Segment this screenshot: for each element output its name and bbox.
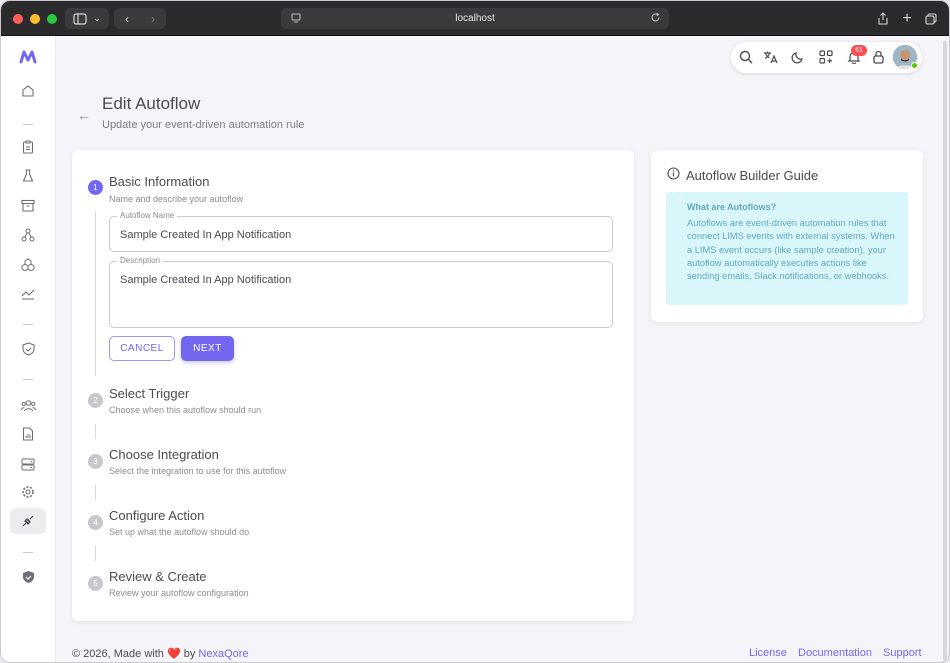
close-window-button[interactable] (13, 14, 23, 24)
clipboard-icon[interactable] (18, 137, 38, 157)
autoflow-name-field[interactable]: Autoflow Name Sample Created In App Noti… (109, 211, 613, 252)
translate-icon[interactable] (762, 49, 778, 65)
lock-icon[interactable] (870, 49, 886, 65)
guide-heading: What are Autoflows? (687, 202, 777, 212)
page-title: Edit Autoflow (102, 94, 201, 113)
license-link[interactable]: License (749, 647, 787, 659)
step-connector (95, 211, 96, 376)
sidebar-icon (73, 12, 87, 25)
archive-icon[interactable] (18, 195, 38, 215)
guide-body-text: Autoflows are event-driven automation ru… (687, 218, 895, 282)
brand-logo-icon[interactable] (18, 47, 38, 67)
step-5-title: Review & Create (109, 569, 207, 584)
by-text: by (183, 648, 196, 660)
info-circle-icon (667, 167, 680, 185)
browser-window: ⌄ ‹ › localhost + 61 ← Edit Autoflow Upd… (0, 0, 950, 663)
maximize-window-button[interactable] (47, 14, 57, 24)
new-tab-icon[interactable]: + (897, 8, 917, 29)
flask-icon[interactable] (18, 166, 38, 186)
description-field[interactable]: Description Sample Created In App Notifi… (109, 256, 613, 328)
share-icon[interactable] (873, 8, 893, 29)
description-label: Description (117, 256, 164, 265)
step-5-number: 5 (88, 576, 103, 591)
heart-icon: ❤️ (166, 648, 181, 660)
server-icon[interactable] (18, 454, 38, 474)
back-arrow-icon[interactable]: ‹ (125, 12, 129, 26)
step-2-number: 2 (88, 393, 103, 408)
step-3-title: Choose Integration (109, 447, 219, 462)
step-3-subtitle: Select the integration to use for this a… (109, 466, 287, 476)
copyright-text: © 2026, Made with (72, 648, 164, 660)
page-settings-icon (291, 13, 301, 23)
guide-title: Autoflow Builder Guide (686, 168, 819, 183)
step-4-title: Configure Action (109, 508, 205, 523)
url-text: localhost (455, 13, 495, 24)
trend-line-icon[interactable] (18, 284, 38, 304)
apps-grid-icon[interactable] (818, 49, 834, 65)
step-4-subtitle: Set up what the autoflow should do (109, 527, 250, 537)
step-1-number: 1 (88, 180, 103, 195)
gear-icon[interactable] (18, 482, 38, 502)
autoflow-name-value: Sample Created In App Notification (120, 229, 292, 241)
page-subtitle: Update your event-driven automation rule (102, 119, 305, 131)
brand-link[interactable]: NexaQore (198, 648, 248, 660)
tab-overview-icon[interactable] (921, 8, 941, 29)
back-arrow-icon[interactable]: ← (77, 107, 91, 123)
browser-titlebar: ⌄ ‹ › localhost + (1, 1, 949, 36)
footer-copyright: © 2026, Made with ❤️ by NexaQore (72, 647, 249, 660)
autoflow-name-label: Autoflow Name (117, 211, 178, 220)
chevron-down-icon: ⌄ (93, 13, 101, 23)
step-4-number: 4 (88, 515, 103, 530)
search-icon[interactable] (738, 49, 754, 65)
molecule-icon[interactable] (18, 225, 38, 245)
report-icon[interactable] (18, 424, 38, 444)
users-icon[interactable] (18, 395, 38, 415)
plug-icon[interactable] (18, 511, 38, 531)
sidebar-divider (23, 552, 33, 553)
step-5-subtitle: Review your autoflow configuration (109, 588, 249, 598)
step-connector (95, 485, 96, 500)
minimize-window-button[interactable] (30, 14, 40, 24)
moon-icon[interactable] (790, 49, 806, 65)
step-2-subtitle: Choose when this autoflow should run (109, 405, 262, 415)
step-3-number: 3 (88, 454, 103, 469)
support-link[interactable]: Support (883, 647, 922, 659)
sidebar-divider (23, 324, 33, 325)
step-1-title: Basic Information (109, 174, 210, 189)
sidebar-divider (23, 124, 33, 125)
online-status-dot (911, 62, 918, 69)
step-1-subtitle: Name and describe your autoflow (109, 194, 244, 204)
shield-filled-icon[interactable] (18, 567, 38, 587)
sidebar-divider (23, 379, 33, 380)
shield-check-icon[interactable] (18, 339, 38, 359)
page-scrollbar[interactable] (943, 41, 947, 661)
sidebar-toggle-button[interactable]: ⌄ (65, 8, 109, 29)
app-sidebar (1, 36, 56, 662)
description-value: Sample Created In App Notification (120, 274, 292, 286)
cancel-button[interactable]: CANCEL (109, 336, 175, 361)
info-dot-icon (678, 198, 681, 201)
step-connector (95, 424, 96, 439)
step-2-title: Select Trigger (109, 386, 190, 401)
address-bar[interactable]: localhost (281, 8, 669, 29)
forward-arrow-icon[interactable]: › (151, 12, 155, 26)
cubes-icon[interactable] (18, 254, 38, 274)
history-nav: ‹ › (114, 8, 166, 29)
home-icon[interactable] (18, 81, 38, 101)
notification-badge: 61 (851, 45, 867, 56)
documentation-link[interactable]: Documentation (798, 647, 872, 659)
reload-icon[interactable] (650, 12, 661, 26)
next-button[interactable]: NEXT (181, 336, 234, 361)
step-connector (95, 546, 96, 561)
